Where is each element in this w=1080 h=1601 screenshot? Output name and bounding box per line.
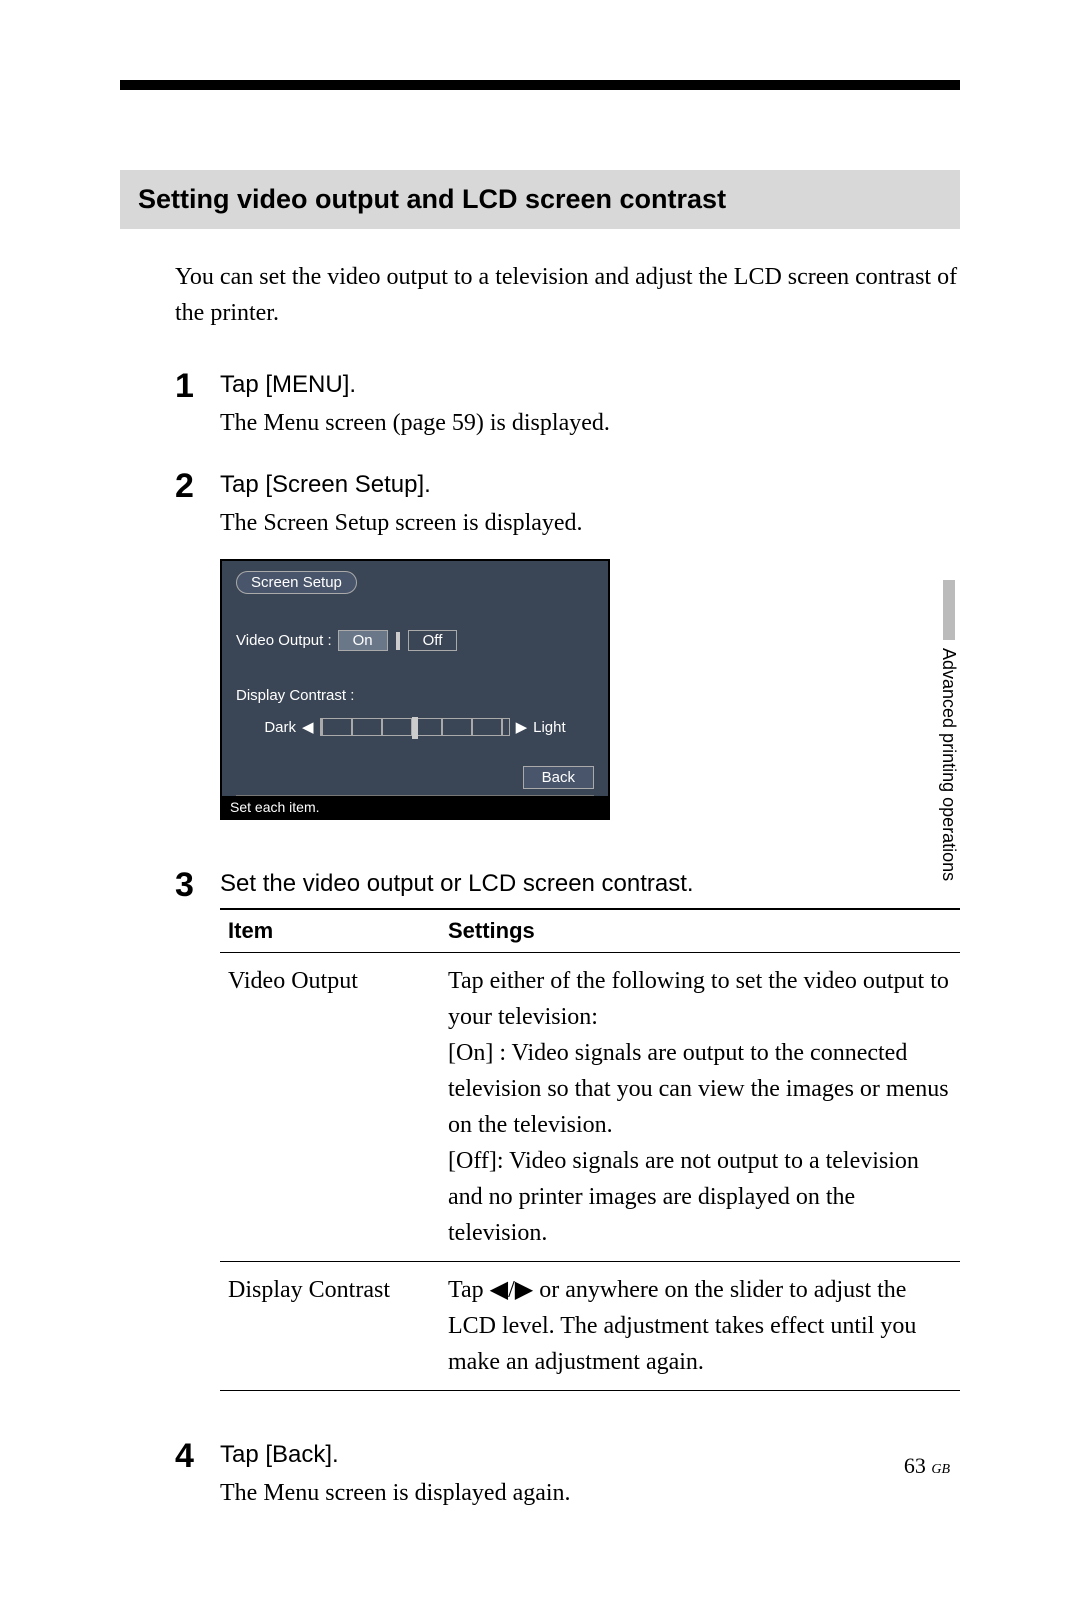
video-on-button[interactable]: On — [338, 630, 388, 651]
settings-cell: Tap either of the following to set the v… — [440, 953, 960, 1262]
status-bar: Set each item. — [222, 796, 608, 818]
slider-thumb[interactable] — [412, 717, 418, 739]
section-side-tab: Advanced printing operations — [917, 580, 980, 881]
top-divider — [120, 80, 960, 90]
settings-table: Item Settings Video Output Tap either of… — [220, 908, 960, 1391]
section-heading: Setting video output and LCD screen cont… — [120, 170, 960, 229]
step-title: Tap [Back]. — [220, 1441, 960, 1469]
step-number: 4 — [175, 1439, 220, 1473]
intro-text: You can set the video output to a televi… — [175, 259, 960, 331]
right-arrow-icon[interactable]: ▶ — [516, 718, 528, 736]
side-tab-text: Advanced printing operations — [938, 648, 959, 881]
screen-setup-mock: Screen Setup Video Output : On Off Displ… — [220, 559, 610, 820]
step-title: Tap [Screen Setup]. — [220, 471, 960, 499]
display-contrast-label: Display Contrast : — [236, 687, 594, 704]
step-desc: The Screen Setup screen is displayed. — [220, 505, 960, 541]
contrast-slider[interactable] — [320, 718, 510, 736]
step-title: Set the video output or LCD screen contr… — [220, 870, 960, 898]
item-cell: Video Output — [220, 953, 440, 1262]
step-number: 2 — [175, 469, 220, 503]
step-2: 2 Tap [Screen Setup]. The Screen Setup s… — [175, 471, 960, 840]
side-tab-bar — [943, 580, 955, 640]
video-off-button[interactable]: Off — [408, 630, 458, 651]
step-number: 1 — [175, 369, 220, 403]
page-number: 63 GB — [904, 1453, 950, 1479]
toggle-divider — [396, 632, 400, 650]
page-num-value: 63 — [904, 1453, 926, 1478]
video-output-label: Video Output : — [236, 632, 332, 649]
step-desc: The Menu screen is displayed again. — [220, 1475, 960, 1511]
back-button[interactable]: Back — [523, 766, 594, 789]
step-3: 3 Set the video output or LCD screen con… — [175, 870, 960, 1391]
col-settings-header: Settings — [440, 909, 960, 953]
table-row: Video Output Tap either of the following… — [220, 953, 960, 1262]
settings-cell: Tap ◀/▶ or anywhere on the slider to adj… — [440, 1262, 960, 1391]
col-item-header: Item — [220, 909, 440, 953]
step-desc: The Menu screen (page 59) is displayed. — [220, 405, 960, 441]
screen-tab-label: Screen Setup — [236, 571, 357, 594]
left-arrow-icon[interactable]: ◀ — [302, 718, 314, 736]
table-row: Display Contrast Tap ◀/▶ or anywhere on … — [220, 1262, 960, 1391]
light-label: Light — [533, 719, 566, 736]
step-4: 4 Tap [Back]. The Menu screen is display… — [175, 1441, 960, 1511]
dark-label: Dark — [264, 719, 296, 736]
step-number: 3 — [175, 868, 220, 902]
page-region: GB — [931, 1462, 950, 1477]
item-cell: Display Contrast — [220, 1262, 440, 1391]
step-title: Tap [MENU]. — [220, 371, 960, 399]
step-1: 1 Tap [MENU]. The Menu screen (page 59) … — [175, 371, 960, 441]
